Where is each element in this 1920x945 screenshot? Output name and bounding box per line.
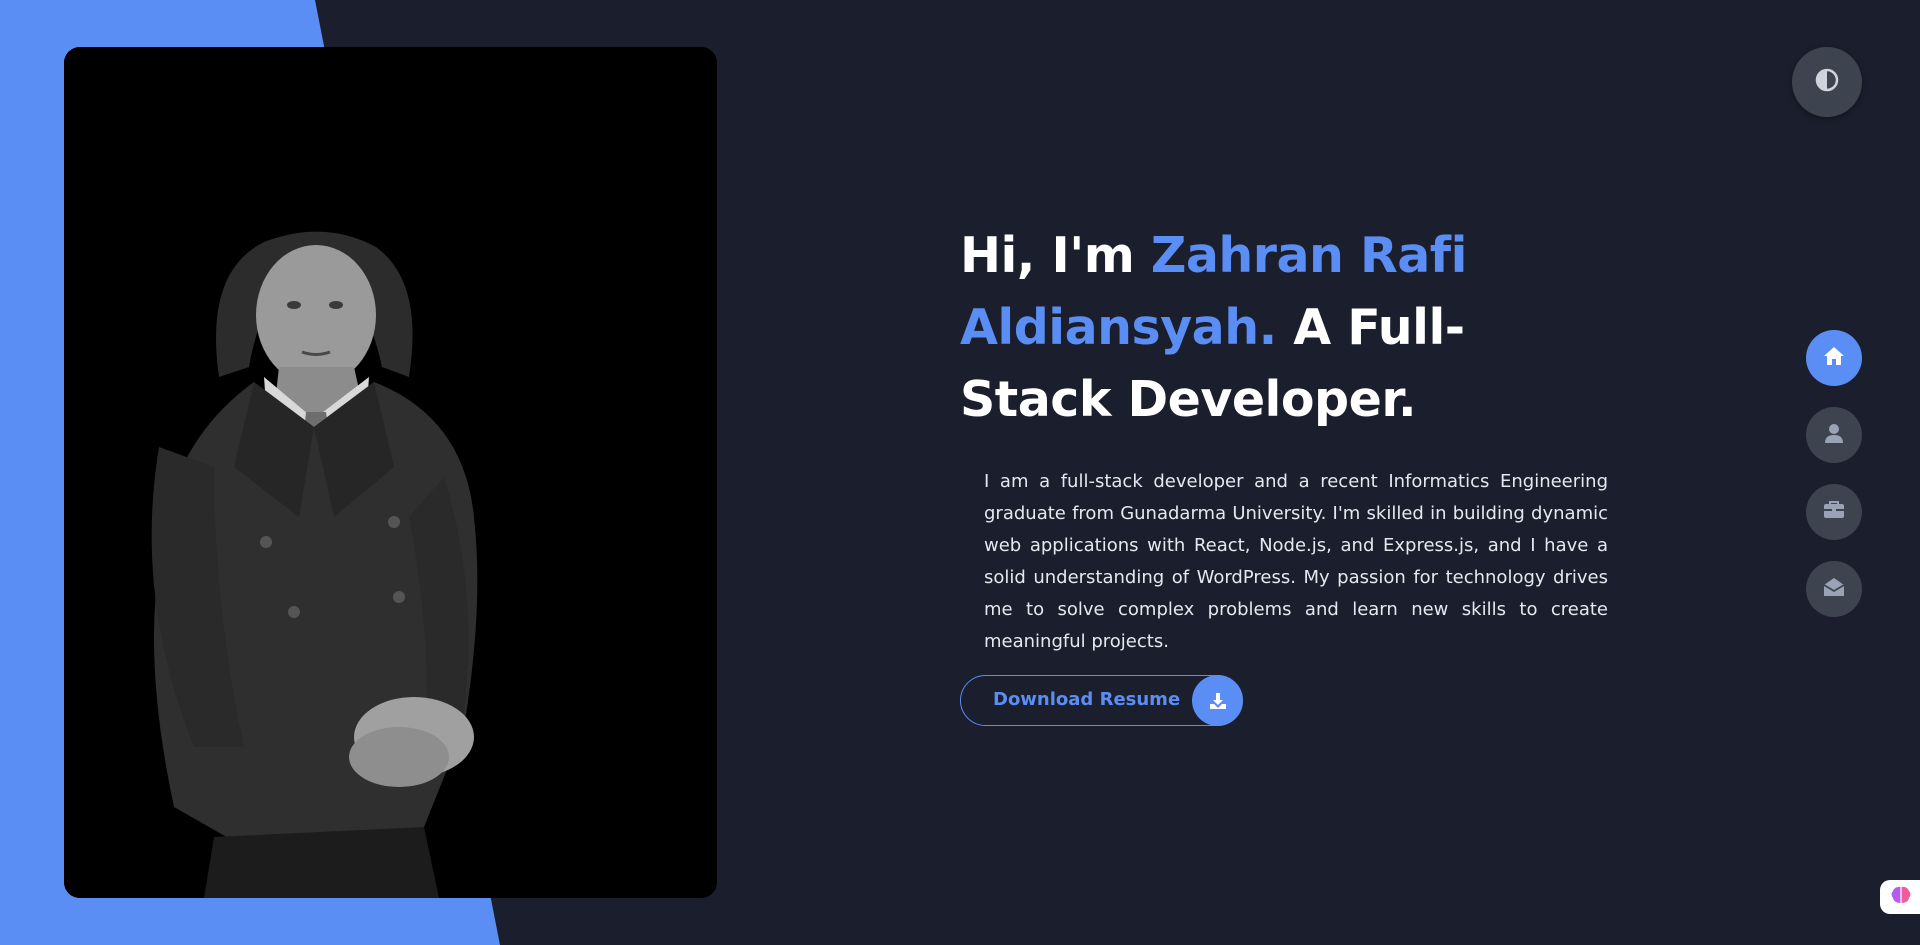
brain-icon	[1890, 885, 1912, 909]
nav-about-button[interactable]	[1806, 407, 1862, 463]
floating-widget-button[interactable]	[1880, 880, 1920, 914]
profile-photo	[64, 47, 717, 898]
contrast-icon	[1815, 68, 1839, 96]
download-resume-button[interactable]: Download Resume	[960, 675, 1243, 726]
nav-contact-button[interactable]	[1806, 561, 1862, 617]
greeting-text: Hi, I'm	[960, 227, 1151, 284]
nav-portfolio-button[interactable]	[1806, 484, 1862, 540]
download-resume-label: Download Resume	[993, 689, 1181, 710]
home-icon	[1823, 346, 1845, 370]
page: Hi, I'm Zahran Rafi Aldiansyah. A Full-S…	[0, 0, 1920, 945]
user-icon	[1825, 423, 1843, 447]
about-paragraph: I am a full-stack developer and a recent…	[984, 471, 1608, 652]
download-icon	[1192, 675, 1243, 726]
envelope-open-icon	[1823, 577, 1845, 601]
hero-section: Hi, I'm Zahran Rafi Aldiansyah. A Full-S…	[960, 220, 1610, 658]
theme-toggle-button[interactable]	[1792, 47, 1862, 117]
briefcase-icon	[1823, 501, 1845, 523]
hero-headline: Hi, I'm Zahran Rafi Aldiansyah. A Full-S…	[960, 220, 1610, 436]
nav-home-button[interactable]	[1806, 330, 1862, 386]
